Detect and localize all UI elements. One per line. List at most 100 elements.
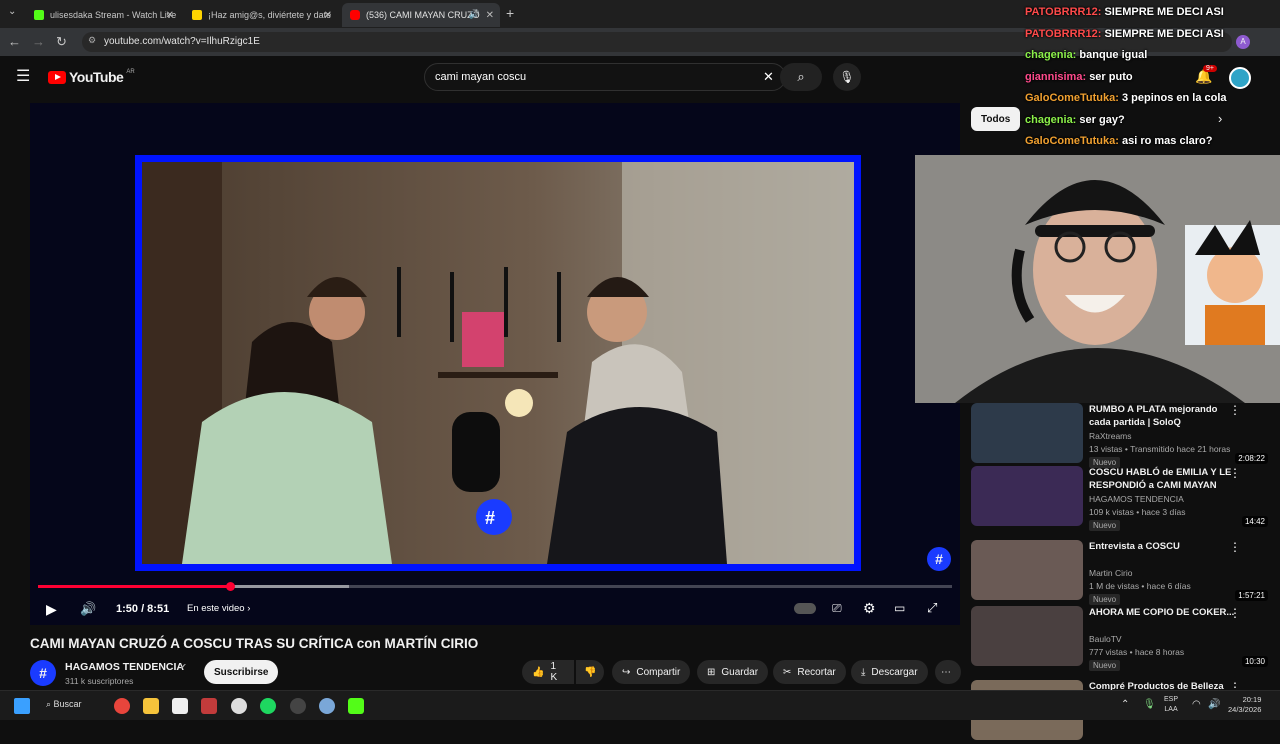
- duration-badge: 2:08:22: [1235, 453, 1268, 464]
- save-button[interactable]: ⊞ Guardar: [697, 660, 769, 684]
- autoplay-toggle[interactable]: [794, 603, 816, 614]
- recommendation-item[interactable]: 2:08:22 RUMBO A PLATA mejorando cada part…: [971, 403, 1271, 468]
- search-input[interactable]: cami mayan coscu ✕: [424, 63, 786, 91]
- channel-name[interactable]: HAGAMOS TENDENCIA: [65, 661, 184, 673]
- youtube-play-icon: [48, 70, 66, 84]
- voice-search-icon[interactable]: 🎙: [833, 63, 861, 91]
- scrubber-handle[interactable]: [225, 582, 235, 591]
- more-options-icon[interactable]: ⋮: [1229, 466, 1241, 480]
- kick-icon: [34, 10, 44, 20]
- forward-icon[interactable]: →: [32, 34, 45, 49]
- share-button[interactable]: ↪ Compartir: [612, 660, 691, 684]
- app2-icon[interactable]: [319, 698, 335, 714]
- channel-avatar[interactable]: #: [30, 660, 56, 686]
- more-actions-button[interactable]: ⋯: [935, 660, 961, 684]
- tab-youtube[interactable]: (536) CAMI MAYAN CRUZÓ 🔊 ✕: [342, 3, 500, 27]
- time-display: 1:50 / 8:51: [116, 603, 170, 615]
- share-icon: ↪: [622, 666, 631, 678]
- chat-username: giannisima:: [1025, 70, 1087, 83]
- more-options-icon[interactable]: ⋮: [1229, 606, 1241, 620]
- clock[interactable]: 20:19 24/3/2026: [1228, 695, 1261, 715]
- clip-button[interactable]: ✂ Recortar: [773, 660, 846, 684]
- file-explorer-icon[interactable]: [143, 698, 159, 714]
- tab-title: (536) CAMI MAYAN CRUZÓ: [366, 10, 480, 20]
- chat-username: chagenia:: [1025, 113, 1077, 126]
- dislike-button[interactable]: 👎: [576, 660, 604, 684]
- site-info-icon[interactable]: ⚙: [88, 35, 96, 46]
- settings-gear-icon[interactable]: ⚙: [863, 600, 876, 617]
- progress-bar[interactable]: [38, 582, 952, 591]
- rec-channel: HAGAMOS TENDENCIA: [1089, 494, 1184, 504]
- taskbar-search[interactable]: ⌕ Buscar: [46, 699, 82, 710]
- openai-icon[interactable]: [231, 698, 247, 714]
- video-thumbnail[interactable]: [971, 403, 1083, 463]
- wifi-icon[interactable]: ◠: [1192, 699, 1201, 710]
- reload-icon[interactable]: ↻: [56, 34, 67, 50]
- clock-date: 24/3/2026: [1228, 705, 1262, 714]
- video-thumbnail[interactable]: [971, 606, 1083, 666]
- volume-icon[interactable]: 🔊: [80, 601, 96, 617]
- back-icon[interactable]: ←: [8, 34, 21, 49]
- filter-chip-todos[interactable]: Todos: [971, 107, 1021, 131]
- recommendation-item[interactable]: 10:30 AHORA ME COPIO DE COKER... BauloTV 77…: [971, 606, 1271, 671]
- tab-kick[interactable]: ulisesdaka Stream - Watch Live ✕: [26, 3, 180, 27]
- spotify-icon[interactable]: [260, 698, 276, 714]
- speaker-icon[interactable]: 🔊: [469, 9, 480, 20]
- search-button[interactable]: ⌕: [780, 63, 822, 91]
- subscribe-button[interactable]: Suscribirse: [204, 660, 279, 684]
- windows-start-icon[interactable]: [14, 698, 30, 714]
- svg-text:#: #: [485, 508, 495, 528]
- video-frame[interactable]: #: [135, 155, 861, 571]
- video-thumbnail[interactable]: [971, 466, 1083, 526]
- video-player[interactable]: # # ▶ 🔊 1:50 / 8:51 En este video › ⎚ ⚙ …: [30, 103, 960, 625]
- download-button[interactable]: ⤓ Descargar: [851, 660, 928, 684]
- tab-dating[interactable]: ¡Haz amig@s, diviértete y date ✕: [184, 3, 338, 27]
- fullscreen-icon[interactable]: ⤢: [927, 600, 937, 616]
- chapter-button[interactable]: En este video ›: [187, 603, 250, 614]
- close-tab-icon[interactable]: ✕: [324, 10, 332, 21]
- tray-chevron-icon[interactable]: ⌃: [1121, 699, 1129, 710]
- clock-time: 20:19: [1242, 695, 1262, 704]
- chat-text: banque igual: [1079, 49, 1148, 61]
- duration-badge: 1:57:21: [1235, 590, 1268, 601]
- chapter-label: En este video: [187, 603, 245, 614]
- mic-icon[interactable]: 🎙: [1143, 699, 1156, 710]
- rec-meta: 13 vistas • Transmitido hace 21 horas: [1089, 444, 1231, 454]
- rec-title: AHORA ME COPIO DE COKER...: [1089, 607, 1235, 618]
- subtitles-icon[interactable]: ⎚: [832, 601, 842, 616]
- close-tab-icon[interactable]: ✕: [486, 10, 494, 21]
- youtube-logo[interactable]: YouTube AR: [48, 69, 135, 85]
- youtube-icon: [350, 10, 360, 20]
- obs-icon[interactable]: [290, 698, 306, 714]
- more-options-icon[interactable]: ⋮: [1229, 540, 1241, 554]
- kick-icon[interactable]: [348, 698, 364, 714]
- menu-icon[interactable]: ☰: [16, 66, 30, 86]
- chat-text: SIEMPRE ME DECI ASI: [1104, 6, 1224, 18]
- windows-taskbar: ⌕ Buscar ⌃ 🎙 ESP LAA ◠ 🔊 20:19 24/3/2026: [0, 690, 1280, 720]
- volume-tray-icon[interactable]: 🔊: [1208, 699, 1220, 710]
- app-icon[interactable]: [201, 698, 217, 714]
- more-options-icon[interactable]: ⋮: [1229, 403, 1241, 417]
- new-tab-button[interactable]: +: [506, 5, 514, 21]
- play-icon[interactable]: ▶: [46, 601, 57, 618]
- video-thumbnail[interactable]: [971, 540, 1083, 600]
- clear-search-icon[interactable]: ✕: [763, 69, 774, 85]
- chat-message: chagenia: banque igual: [1025, 49, 1147, 61]
- video-scene: #: [142, 162, 854, 564]
- rec-title: Entrevista a COSCU: [1089, 541, 1180, 552]
- recommendation-item[interactable]: 1:57:21 Entrevista a COSCU Martin Cirio 1 M…: [971, 540, 1271, 605]
- player-controls: ▶ 🔊 1:50 / 8:51 En este video › ⎚ ⚙ ▭ ⤢: [30, 593, 960, 625]
- chrome-icon[interactable]: [114, 698, 130, 714]
- like-button[interactable]: 👍 1 K: [522, 660, 574, 684]
- stream-chat-overlay: PATOBRRR12: SIEMPRE ME DECI ASI PATOBRRR1…: [1020, 2, 1280, 152]
- duration-badge: 14:42: [1241, 516, 1268, 527]
- tab-search-icon[interactable]: ⌄: [8, 6, 16, 17]
- new-badge: Nuevo: [1089, 520, 1121, 531]
- notion-icon[interactable]: [172, 698, 188, 714]
- recommendation-item[interactable]: 14:42 COSCU HABLÓ de EMILIA Y LE RESPONDI…: [971, 466, 1271, 531]
- chat-text: 3 pepinos en la cola: [1121, 92, 1227, 104]
- theater-mode-icon[interactable]: ▭: [894, 601, 905, 615]
- channel-watermark-icon[interactable]: #: [927, 547, 951, 571]
- language-indicator[interactable]: ESP LAA: [1164, 695, 1178, 715]
- close-tab-icon[interactable]: ✕: [166, 10, 174, 21]
